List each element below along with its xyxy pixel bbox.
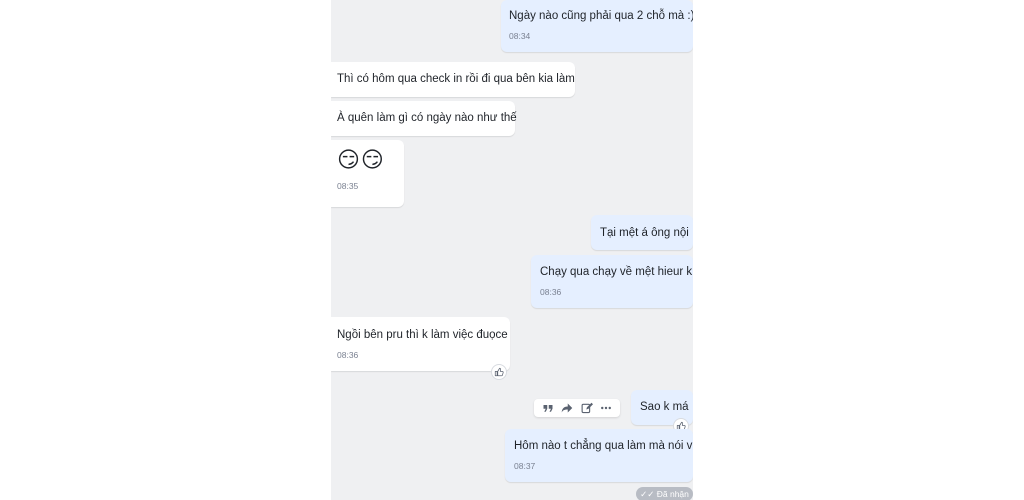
more-icon[interactable] xyxy=(599,401,613,415)
message-text: Hôm nào t chẳng qua làm mà nói v xyxy=(514,440,693,452)
thumbs-up-icon xyxy=(494,367,504,377)
message-time: 08:34 xyxy=(509,31,531,41)
message-text: Chạy qua chạy về mệt hieur k xyxy=(540,266,693,278)
message-text: Thì có hôm qua check in rồi đi qua bên k… xyxy=(337,73,575,85)
quote-icon[interactable] xyxy=(541,401,555,415)
message-bubble-outgoing[interactable]: Tại mệt á ông nội xyxy=(591,215,693,250)
message-bubble-incoming[interactable]: À quên làm gì có ngày nào như thế xyxy=(331,101,517,136)
message-text: Ngồi bên pru thì k làm việc đuọce xyxy=(337,329,508,341)
message-time: 08:36 xyxy=(540,287,562,297)
message-bubble-incoming[interactable]: Ngồi bên pru thì k làm việc đuọce 08:36 xyxy=(331,317,510,371)
chat-panel[interactable]: Ngày nào cũng phải qua 2 chỗ mà :))) 08:… xyxy=(331,0,693,500)
delivered-label: Đã nhận xyxy=(656,489,689,499)
message-bubble-outgoing[interactable]: Chạy qua chạy về mệt hieur k 08:36 xyxy=(531,255,693,308)
emoji-message: 😏😏 xyxy=(337,147,385,172)
message-time: 08:37 xyxy=(514,461,536,471)
message-time: 08:36 xyxy=(337,350,359,360)
edit-icon[interactable] xyxy=(580,401,594,415)
like-reaction-button[interactable] xyxy=(491,364,507,380)
message-bubble-outgoing[interactable]: Ngày nào cũng phải qua 2 chỗ mà :))) 08:… xyxy=(501,0,693,52)
message-bubble-incoming[interactable]: 😏😏 08:35 xyxy=(331,140,404,207)
message-text: À quên làm gì có ngày nào như thế xyxy=(337,112,517,124)
message-text: Tại mệt á ông nội xyxy=(600,227,689,239)
message-text: Sao k má xyxy=(640,401,689,413)
forward-icon[interactable] xyxy=(560,401,574,415)
delivered-status-badge: ✓✓ Đã nhận xyxy=(636,487,693,500)
message-text: Ngày nào cũng phải qua 2 chỗ mà :))) xyxy=(509,10,693,22)
message-time: 08:35 xyxy=(337,181,359,191)
message-bubble-incoming[interactable]: Thì có hôm qua check in rồi đi qua bên k… xyxy=(331,62,575,97)
message-bubble-outgoing[interactable]: Hôm nào t chẳng qua làm mà nói v 08:37 xyxy=(505,429,693,482)
double-check-icon: ✓✓ xyxy=(640,489,655,499)
message-action-toolbar xyxy=(534,399,620,417)
